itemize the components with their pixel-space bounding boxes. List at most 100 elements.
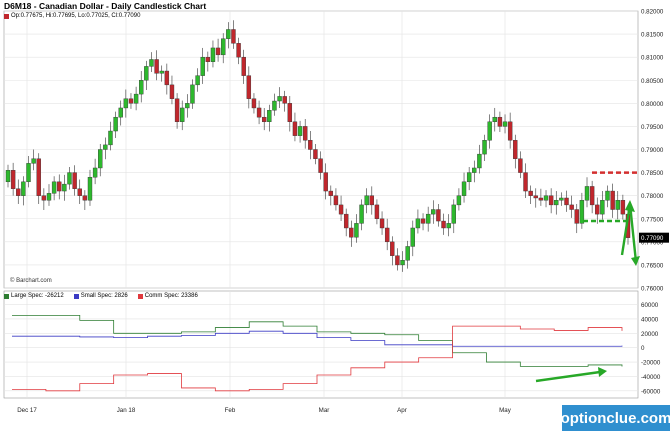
cot-y-tick-6: -60000 bbox=[641, 388, 661, 395]
cot-y-tick-1: 40000 bbox=[641, 316, 659, 323]
candle-body-45 bbox=[236, 43, 241, 58]
candle-body-117 bbox=[605, 190, 610, 201]
candle-body-97 bbox=[502, 121, 508, 127]
candle-body-103 bbox=[533, 195, 538, 199]
candle-body-18 bbox=[98, 149, 103, 169]
candle-body-110 bbox=[569, 204, 574, 210]
candle-body-48 bbox=[251, 98, 257, 109]
candle-body-111 bbox=[574, 209, 579, 224]
chart-frame: 0.82000 0.81500 0.81000 0.80500 0.80000 0.795… bbox=[0, 0, 670, 431]
candle-body-120 bbox=[620, 200, 626, 215]
candle-body-41 bbox=[215, 47, 221, 56]
candle-body-23 bbox=[123, 98, 129, 109]
chart-title: D6M18 - Canadian Dollar - Daily Candlest… bbox=[4, 1, 207, 11]
candle-body-73 bbox=[379, 218, 385, 229]
candle-body-84 bbox=[436, 209, 441, 222]
candle-body-40 bbox=[210, 47, 216, 62]
candle-body-49 bbox=[256, 107, 262, 118]
x-tick-1: Jan 18 bbox=[117, 407, 136, 414]
candle-body-67 bbox=[349, 227, 354, 238]
candle-body-92 bbox=[477, 153, 482, 169]
candle-body-8 bbox=[46, 193, 52, 201]
candle-body-101 bbox=[523, 172, 528, 192]
last-price-label: 0.77090 bbox=[641, 235, 664, 242]
x-tick-5: May bbox=[499, 407, 512, 414]
ohlc-swatch-icon bbox=[4, 13, 9, 19]
candle-body-109 bbox=[564, 197, 569, 206]
candle-body-102 bbox=[528, 190, 533, 196]
candle-body-54 bbox=[282, 96, 287, 104]
candle-body-42 bbox=[221, 38, 226, 56]
candle-body-31 bbox=[164, 70, 170, 86]
candle-body-25 bbox=[133, 93, 139, 104]
ohlc-readout: Op:0.77675, Hi:0.77695, Lo:0.77025, Cl:0… bbox=[4, 13, 140, 19]
candle-body-26 bbox=[139, 80, 144, 95]
price-y-tick-9: 0.77500 bbox=[641, 216, 664, 223]
price-y-tick-11: 0.76500 bbox=[641, 262, 664, 269]
candle-body-74 bbox=[384, 227, 390, 243]
cot-y-tick-2: 20000 bbox=[641, 331, 659, 338]
candle-body-13 bbox=[72, 172, 77, 189]
candle-body-85 bbox=[441, 220, 446, 229]
candle-body-43 bbox=[226, 29, 231, 39]
candle-body-51 bbox=[267, 110, 272, 122]
candle-body-35 bbox=[185, 103, 190, 109]
brand-banner[interactable]: optionclue.com bbox=[561, 405, 670, 431]
candle-body-119 bbox=[615, 200, 620, 210]
candle-body-80 bbox=[415, 218, 421, 229]
candle-body-100 bbox=[518, 158, 523, 173]
candle-body-87 bbox=[451, 204, 456, 224]
candle-body-19 bbox=[103, 144, 108, 150]
candle-body-29 bbox=[154, 59, 159, 74]
candle-body-63 bbox=[328, 190, 334, 196]
candle-body-108 bbox=[559, 197, 564, 201]
candle-body-106 bbox=[548, 195, 554, 206]
candle-body-114 bbox=[589, 186, 595, 206]
candle-body-4 bbox=[26, 163, 31, 183]
candle-body-99 bbox=[513, 140, 518, 159]
candle-body-75 bbox=[390, 241, 395, 256]
candle-body-0 bbox=[5, 170, 11, 183]
candle-body-59 bbox=[308, 140, 313, 150]
candle-body-57 bbox=[297, 126, 303, 136]
candle-body-27 bbox=[144, 66, 149, 81]
candle-body-81 bbox=[420, 218, 426, 224]
ohlc-text: Op:0.77675, Hi:0.77695, Lo:0.77025, Cl:0… bbox=[11, 13, 141, 19]
candle-body-47 bbox=[246, 75, 252, 99]
x-tick-0: Dec 17 bbox=[17, 407, 37, 414]
candle-body-6 bbox=[36, 158, 41, 196]
price-y-tick-6: 0.79000 bbox=[641, 147, 664, 154]
candle-body-79 bbox=[410, 227, 415, 247]
candle-body-116 bbox=[600, 200, 605, 215]
candle-body-68 bbox=[354, 223, 359, 238]
candle-body-90 bbox=[466, 172, 472, 183]
candle-body-20 bbox=[108, 130, 113, 146]
candle-body-37 bbox=[195, 75, 200, 86]
x-tick-2: Feb bbox=[225, 407, 236, 414]
candle-body-70 bbox=[364, 195, 369, 206]
candle-body-39 bbox=[205, 56, 211, 62]
cot-trend-arrow-head bbox=[598, 367, 607, 377]
candle-body-95 bbox=[492, 116, 497, 123]
candle-body-86 bbox=[446, 223, 451, 229]
candle-body-53 bbox=[277, 96, 282, 102]
candlestick-and-cot-chart: 0.82000 0.81500 0.81000 0.80500 0.80000 0.795… bbox=[3, 9, 669, 414]
candle-body-58 bbox=[302, 126, 308, 141]
candle-body-88 bbox=[456, 195, 462, 206]
price-y-tick-12: 0.76000 bbox=[641, 286, 664, 293]
price-y-tick-8: 0.78000 bbox=[641, 193, 664, 200]
candle-body-36 bbox=[190, 84, 195, 104]
price-y-tick-5: 0.79500 bbox=[641, 124, 664, 131]
candle-body-44 bbox=[231, 29, 236, 44]
candle-body-65 bbox=[338, 204, 344, 215]
candle-body-7 bbox=[41, 195, 47, 201]
price-y-tick-7: 0.78500 bbox=[641, 170, 664, 177]
candle-body-15 bbox=[82, 195, 88, 201]
candle-body-62 bbox=[323, 172, 328, 192]
candle-body-89 bbox=[461, 181, 467, 196]
forecast-arrow-up-head bbox=[625, 200, 635, 212]
candle-body-71 bbox=[369, 195, 375, 206]
candle-body-22 bbox=[118, 107, 123, 118]
candle-body-3 bbox=[21, 181, 26, 196]
x-tick-3: Mar bbox=[319, 407, 330, 414]
